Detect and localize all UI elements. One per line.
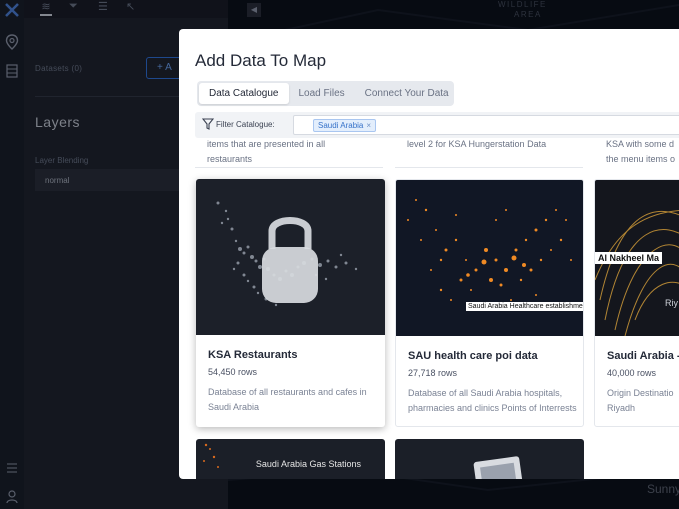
dataset-thumbnail: Al Nakheel Ma Riy: [595, 180, 679, 337]
dataset-thumbnail: Saudi Arabia Healthcare establishments: [396, 180, 583, 336]
lock-icon: [473, 456, 523, 479]
dataset-name: KSA Restaurants: [208, 349, 298, 361]
filter-icon: [202, 118, 214, 130]
modal-title: Add Data To Map: [195, 51, 327, 70]
dataset-name: SAU health care poi data: [408, 350, 538, 362]
dataset-card[interactable]: Al Nakheel Ma Riy Saudi Arabia - 40,000 …: [594, 179, 679, 427]
thumbnail-caption: Al Nakheel Ma: [595, 252, 663, 264]
partial-desc-line: level 2 for KSA Hungerstation Data: [407, 139, 547, 149]
dataset-row-count: 27,718 rows: [408, 368, 458, 378]
partial-desc-line: items that are presented in all: [207, 139, 326, 149]
chip-remove-icon[interactable]: ×: [366, 121, 371, 130]
filter-input[interactable]: Saudi Arabia ×: [293, 115, 679, 135]
partial-desc-line: the menu items o: [606, 154, 676, 164]
tab-load-files[interactable]: Load Files: [289, 83, 355, 104]
thumbnail-caption: Saudi Arabia Healthcare establishments: [466, 302, 583, 311]
dataset-description: Database of all restaurants and cafes in…: [208, 387, 367, 412]
filter-chip-label: Saudi Arabia: [318, 121, 364, 130]
partial-card-desc: KSA with some d the menu items o: [606, 137, 679, 167]
dataset-row-count: 54,450 rows: [208, 367, 258, 377]
dataset-name: Saudi Arabia -: [607, 350, 679, 362]
filter-label: Filter Catalogue:: [216, 120, 275, 129]
thumbnail-caption: Riy: [665, 298, 678, 308]
dataset-thumbnail: [196, 179, 385, 335]
dataset-description: Database of all Saudi Arabia hospitals, …: [408, 388, 577, 413]
dataset-description: Origin Destinatio Riyadh: [607, 388, 674, 413]
scatter-thumbnail: [216, 201, 358, 307]
partial-card-desc: level 2 for KSA Hungerstation Data: [407, 137, 577, 167]
heatmap-thumbnail: [407, 199, 572, 311]
partial-desc-line: KSA with some d: [606, 139, 675, 149]
tab-data-catalogue[interactable]: Data Catalogue: [199, 83, 289, 104]
dataset-card[interactable]: [395, 439, 584, 479]
modal-tabs: Data Catalogue Load Files Connect Your D…: [197, 81, 454, 106]
filter-bar: Filter Catalogue: Saudi Arabia ×: [195, 112, 679, 138]
dataset-card[interactable]: Saudi Arabia Healthcare establishments S…: [395, 179, 584, 427]
filter-chip: Saudi Arabia ×: [313, 119, 377, 132]
add-data-modal: Add Data To Map Data Catalogue Load File…: [179, 29, 679, 479]
thumbnail-caption: Saudi Arabia Gas Stations: [255, 459, 361, 469]
dataset-card[interactable]: Saudi Arabia Gas Stations: [196, 439, 385, 479]
dataset-row-count: 40,000 rows: [607, 368, 657, 378]
partial-card-desc: items that are presented in all restaura…: [207, 137, 377, 167]
dataset-card[interactable]: KSA Restaurants 54,450 rows Database of …: [196, 179, 385, 427]
tab-connect-your-data[interactable]: Connect Your Data: [355, 83, 459, 104]
lock-icon: [262, 217, 318, 303]
partial-desc-line: restaurants: [207, 154, 253, 164]
